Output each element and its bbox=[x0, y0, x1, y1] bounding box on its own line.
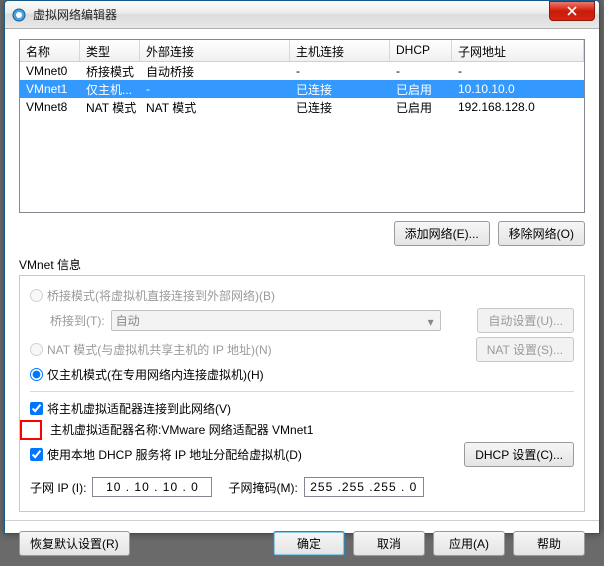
table-row[interactable]: VMnet1仅主机...-已连接已启用10.10.10.0 bbox=[20, 80, 584, 98]
nat-label: NAT 模式(与虚拟机共享主机的 IP 地址)(N) bbox=[47, 341, 272, 358]
dhcp-settings-button[interactable]: DHCP 设置(C)... bbox=[464, 442, 574, 467]
bridged-combo-value: 自动 bbox=[116, 312, 140, 329]
cell-external: - bbox=[140, 81, 290, 97]
table-row[interactable]: VMnet8NAT 模式NAT 模式已连接已启用192.168.128.0 bbox=[20, 98, 584, 116]
chevron-down-icon: ▾ bbox=[428, 315, 434, 329]
window-frame: 虚拟网络编辑器 名称 类型 外部连接 主机连接 DHCP 子网地址 VMnet0… bbox=[4, 0, 600, 534]
app-icon bbox=[11, 7, 27, 23]
connect-adapter-checkbox[interactable] bbox=[30, 402, 43, 415]
cell-name: VMnet0 bbox=[20, 63, 80, 79]
window-title: 虚拟网络编辑器 bbox=[33, 6, 549, 23]
col-subnet[interactable]: 子网地址 bbox=[452, 40, 584, 61]
cell-subnet: - bbox=[452, 63, 584, 79]
col-name[interactable]: 名称 bbox=[20, 40, 80, 61]
nat-radio bbox=[30, 343, 43, 356]
col-host[interactable]: 主机连接 bbox=[290, 40, 390, 61]
network-table[interactable]: 名称 类型 外部连接 主机连接 DHCP 子网地址 VMnet0桥接模式自动桥接… bbox=[19, 39, 585, 213]
cell-type: NAT 模式 bbox=[80, 98, 140, 117]
cell-host: - bbox=[290, 63, 390, 79]
close-icon bbox=[567, 6, 577, 16]
add-network-button[interactable]: 添加网络(E)... bbox=[394, 221, 490, 246]
cell-type: 仅主机... bbox=[80, 80, 140, 99]
cell-name: VMnet8 bbox=[20, 99, 80, 115]
cell-subnet: 192.168.128.0 bbox=[452, 99, 584, 115]
connect-adapter-label[interactable]: 将主机虚拟适配器连接到此网络(V) bbox=[47, 400, 231, 417]
cell-host: 已连接 bbox=[290, 98, 390, 117]
use-dhcp-label[interactable]: 使用本地 DHCP 服务将 IP 地址分配给虚拟机(D) bbox=[47, 446, 302, 463]
subnet-ip-label: 子网 IP (I): bbox=[30, 479, 86, 496]
cell-subnet: 10.10.10.0 bbox=[452, 81, 584, 97]
bridged-radio bbox=[30, 289, 43, 302]
auto-settings-button: 自动设置(U)... bbox=[477, 308, 574, 333]
vmnet-info-group: 桥接模式(将虚拟机直接连接到外部网络)(B) 桥接到(T): 自动 ▾ 自动设置… bbox=[19, 275, 585, 512]
cell-external: 自动桥接 bbox=[140, 62, 290, 81]
cancel-button[interactable]: 取消 bbox=[353, 531, 425, 556]
bridged-to-label: 桥接到(T): bbox=[50, 312, 105, 329]
cell-type: 桥接模式 bbox=[80, 62, 140, 81]
apply-button[interactable]: 应用(A) bbox=[433, 531, 505, 556]
divider bbox=[30, 391, 574, 392]
bridged-label: 桥接模式(将虚拟机直接连接到外部网络)(B) bbox=[47, 287, 275, 304]
titlebar[interactable]: 虚拟网络编辑器 bbox=[5, 1, 599, 29]
cell-dhcp: - bbox=[390, 63, 452, 79]
adapter-name-label: 主机虚拟适配器名称: bbox=[50, 421, 161, 438]
table-header: 名称 类型 外部连接 主机连接 DHCP 子网地址 bbox=[20, 40, 584, 62]
cell-dhcp: 已启用 bbox=[390, 80, 452, 99]
subnet-mask-label: 子网掩码(M): bbox=[228, 479, 297, 496]
vmnet-info-label: VMnet 信息 bbox=[19, 256, 585, 273]
use-dhcp-checkbox[interactable] bbox=[30, 448, 43, 461]
hostonly-radio[interactable] bbox=[30, 368, 43, 381]
col-external[interactable]: 外部连接 bbox=[140, 40, 290, 61]
cell-name: VMnet1 bbox=[20, 81, 80, 97]
dialog-footer: 恢复默认设置(R) 确定 取消 应用(A) 帮助 bbox=[5, 520, 599, 566]
nat-settings-button: NAT 设置(S)... bbox=[476, 337, 574, 362]
table-row[interactable]: VMnet0桥接模式自动桥接--- bbox=[20, 62, 584, 80]
adapter-name-value: VMware 网络适配器 VMnet1 bbox=[161, 421, 313, 438]
remove-network-button[interactable]: 移除网络(O) bbox=[498, 221, 585, 246]
bridged-combo: 自动 ▾ bbox=[111, 310, 441, 331]
close-button[interactable] bbox=[549, 1, 595, 21]
cell-host: 已连接 bbox=[290, 80, 390, 99]
col-dhcp[interactable]: DHCP bbox=[390, 40, 452, 61]
ok-button[interactable]: 确定 bbox=[273, 531, 345, 556]
cell-dhcp: 已启用 bbox=[390, 98, 452, 117]
subnet-ip-input[interactable] bbox=[92, 477, 212, 497]
help-button[interactable]: 帮助 bbox=[513, 531, 585, 556]
restore-defaults-button[interactable]: 恢复默认设置(R) bbox=[19, 531, 130, 556]
col-type[interactable]: 类型 bbox=[80, 40, 140, 61]
cell-external: NAT 模式 bbox=[140, 98, 290, 117]
subnet-mask-input[interactable] bbox=[304, 477, 424, 497]
hostonly-label[interactable]: 仅主机模式(在专用网络内连接虚拟机)(H) bbox=[47, 366, 264, 383]
